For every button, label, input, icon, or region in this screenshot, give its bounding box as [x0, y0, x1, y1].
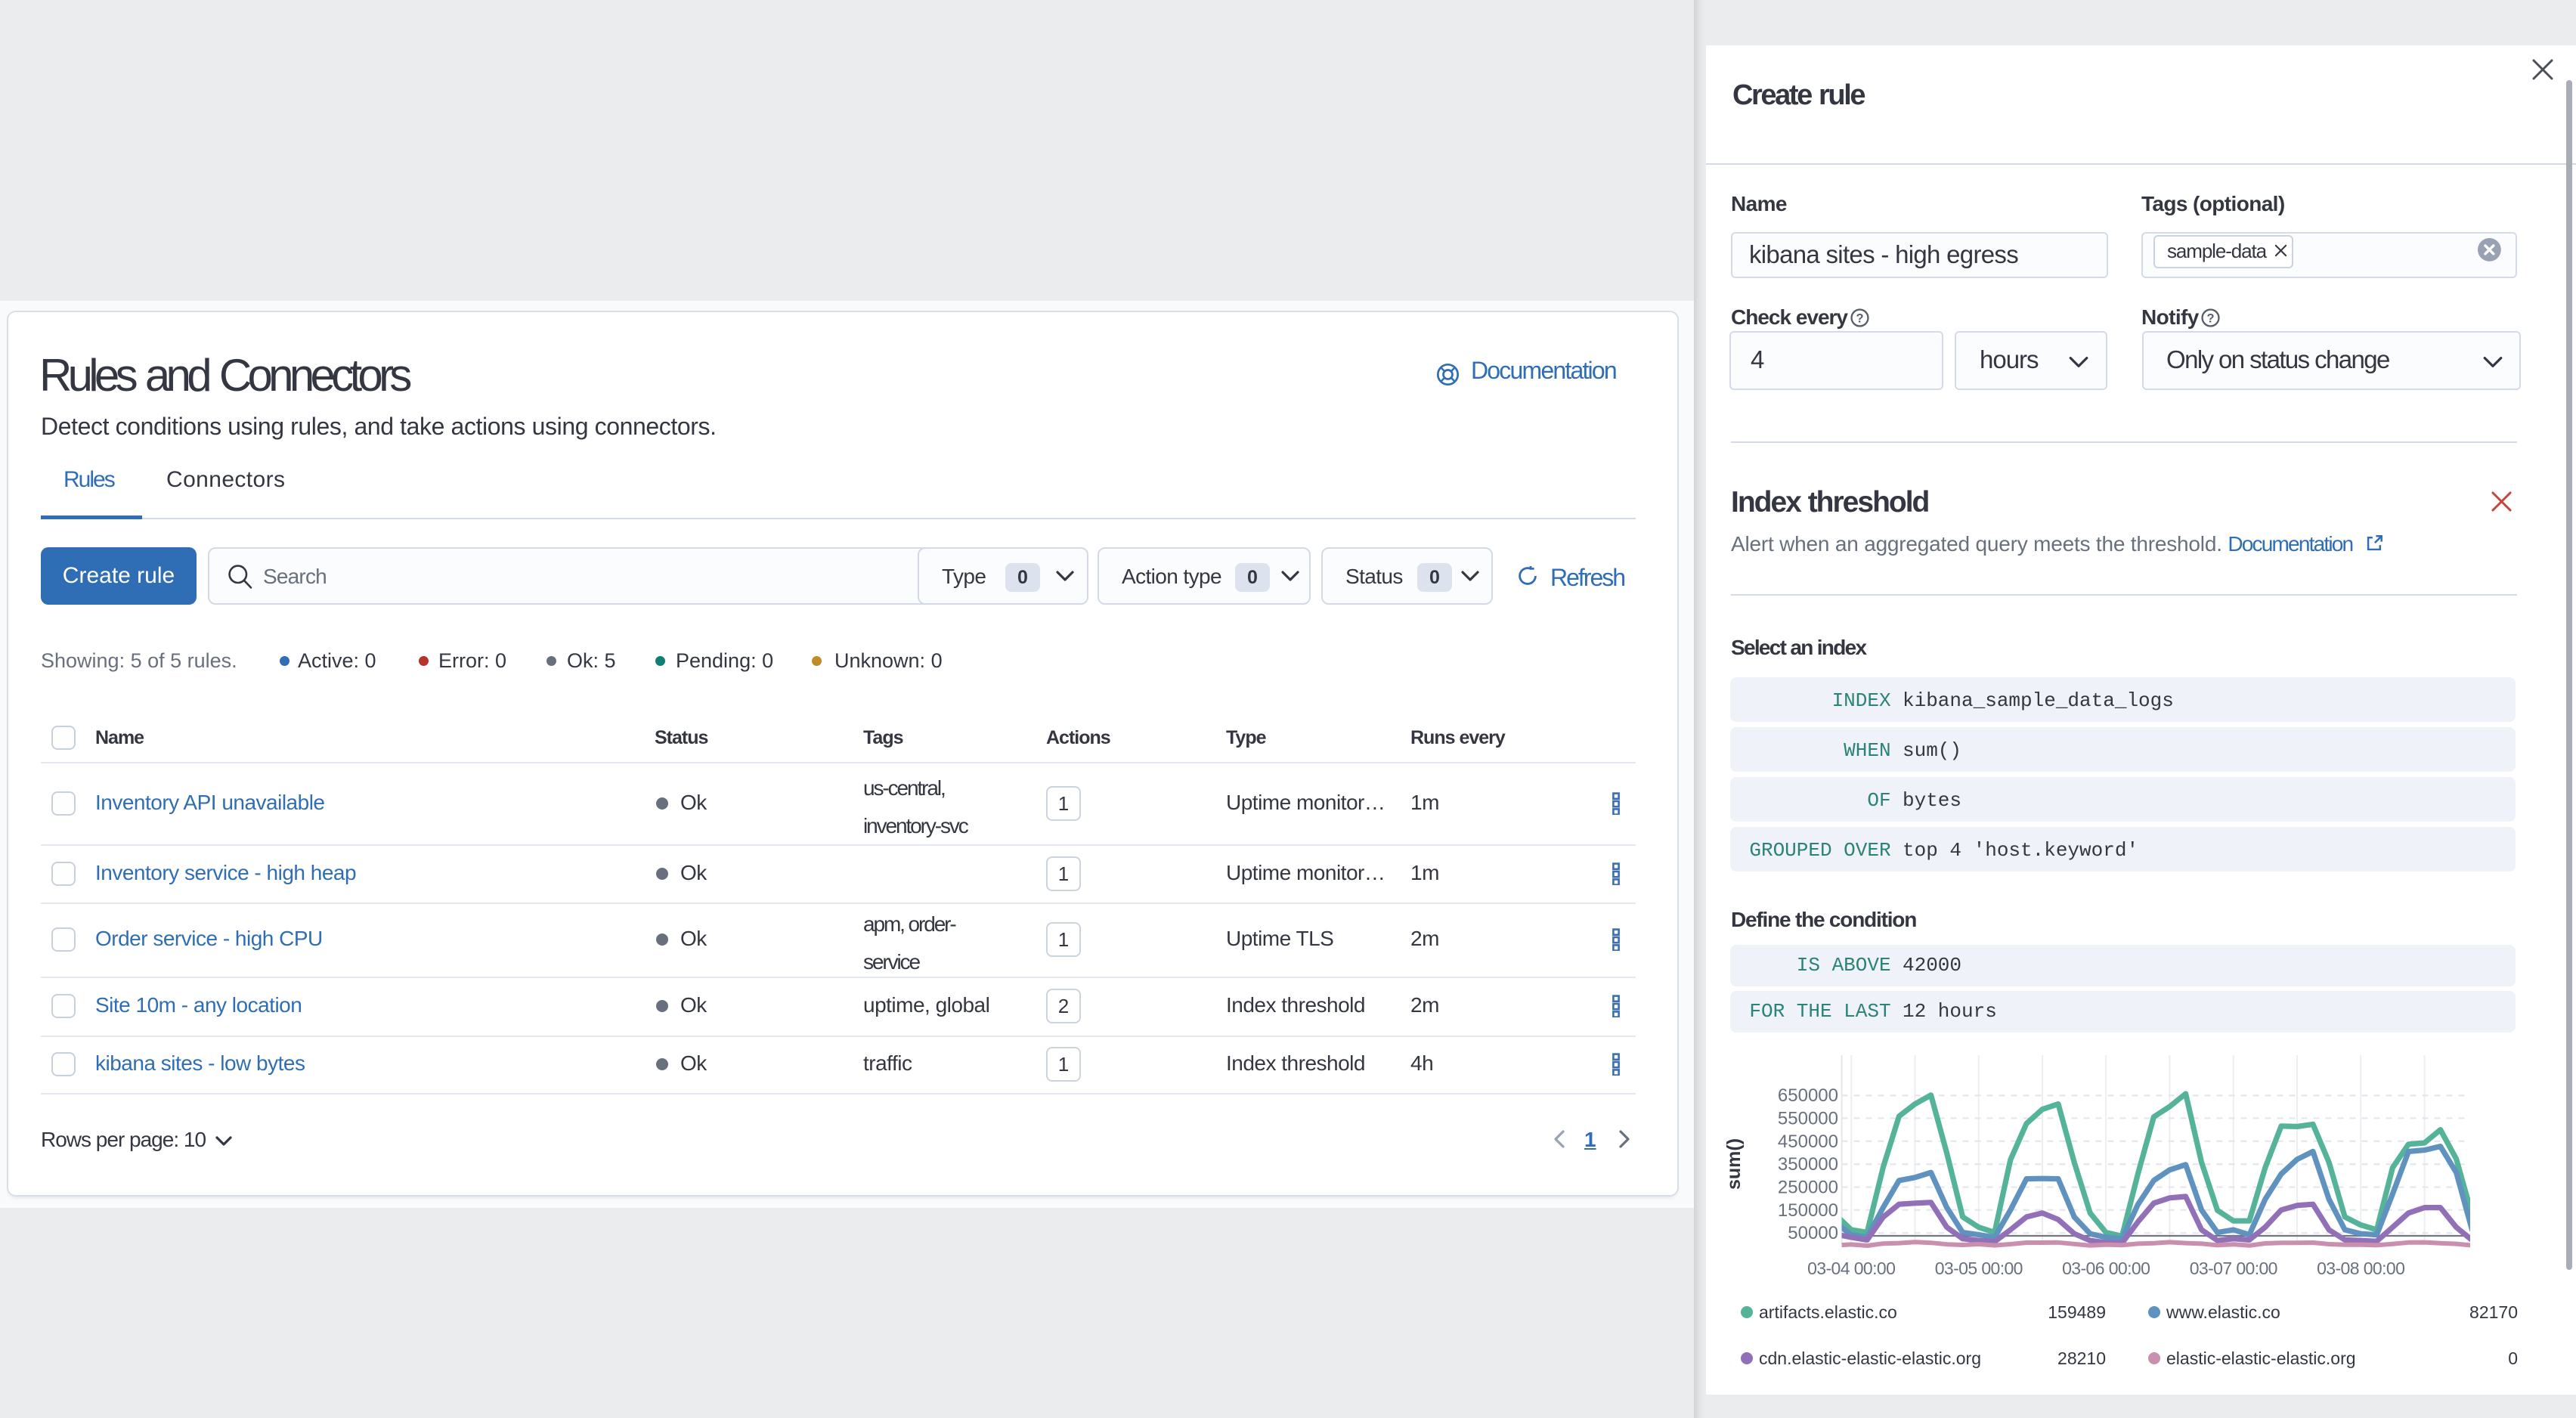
svg-text:28210: 28210 — [2057, 1348, 2106, 1368]
svg-text:82170: 82170 — [2469, 1302, 2518, 1322]
svg-text:03-05 00:00: 03-05 00:00 — [1935, 1259, 2023, 1278]
svg-text:450000: 450000 — [1778, 1132, 1838, 1152]
svg-text:?: ? — [1856, 311, 1863, 325]
svg-text:sum(): sum() — [1723, 1138, 1745, 1190]
svg-text:elastic-elastic-elastic.org: elastic-elastic-elastic.org — [2166, 1348, 2356, 1368]
svg-text:03-04 00:00: 03-04 00:00 — [1807, 1259, 1895, 1278]
svg-text:250000: 250000 — [1778, 1178, 1838, 1198]
svg-text:650000: 650000 — [1778, 1085, 1838, 1106]
svg-text:50000: 50000 — [1788, 1223, 1838, 1243]
svg-text:artifacts.elastic.co: artifacts.elastic.co — [1759, 1302, 1897, 1322]
svg-text:350000: 350000 — [1778, 1154, 1838, 1175]
svg-text:www.elastic.co: www.elastic.co — [2166, 1302, 2280, 1322]
svg-text:03-06 00:00: 03-06 00:00 — [2062, 1259, 2150, 1278]
svg-text:0: 0 — [2508, 1348, 2518, 1368]
svg-text:150000: 150000 — [1778, 1200, 1838, 1221]
svg-text:159489: 159489 — [2048, 1302, 2106, 1322]
svg-text:550000: 550000 — [1778, 1108, 1838, 1129]
svg-text:?: ? — [2206, 311, 2214, 325]
svg-text:cdn.elastic-elastic-elastic.or: cdn.elastic-elastic-elastic.org — [1759, 1348, 1981, 1368]
svg-text:03-07 00:00: 03-07 00:00 — [2190, 1259, 2277, 1278]
svg-text:03-08 00:00: 03-08 00:00 — [2317, 1259, 2404, 1278]
